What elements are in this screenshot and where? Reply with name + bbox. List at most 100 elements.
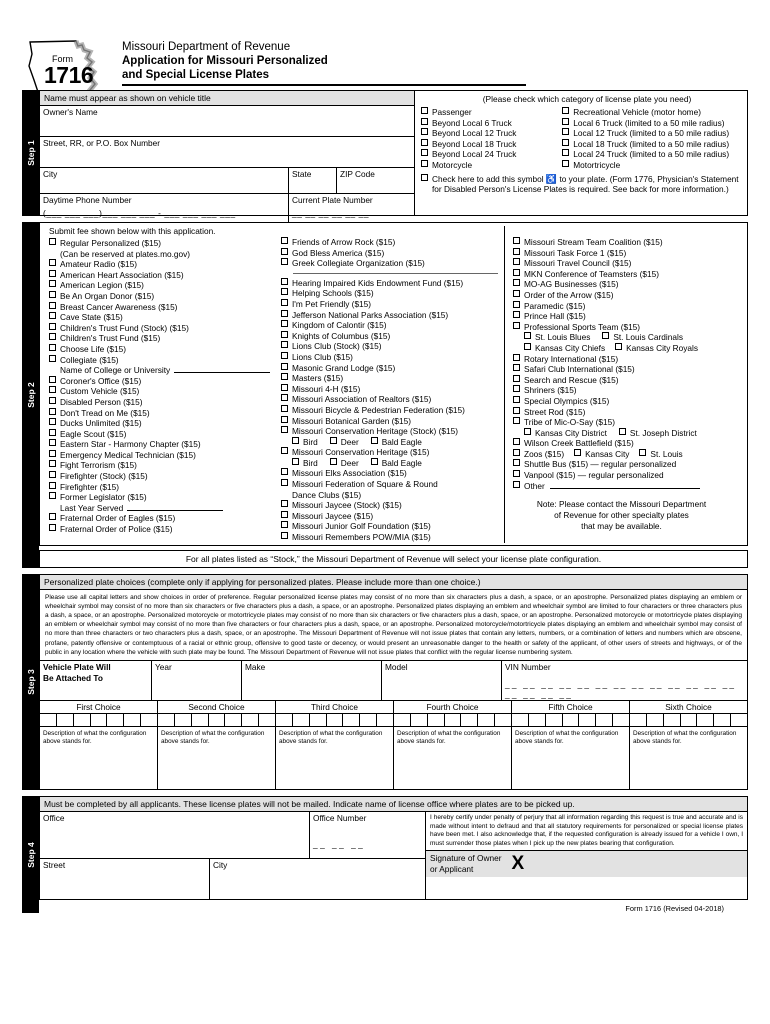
checkbox-icon[interactable]	[281, 404, 288, 412]
checkbox-icon[interactable]	[513, 353, 520, 361]
office-street-field[interactable]: Street	[40, 859, 210, 900]
character-cell[interactable]	[74, 714, 91, 727]
plate-option-mo-ag-businesses[interactable]: MO-AG Businesses ($15)	[513, 279, 730, 290]
checkbox-icon[interactable]	[421, 173, 428, 181]
checkbox-icon[interactable]	[370, 457, 378, 465]
plate-option-children-s-trust-fund-stock[interactable]: Children's Trust Fund (Stock) ($15)	[49, 322, 273, 334]
checkbox-icon[interactable]	[49, 343, 56, 351]
checkbox-icon[interactable]	[513, 438, 520, 446]
checkbox-icon[interactable]	[281, 330, 288, 338]
checkbox-icon[interactable]	[281, 394, 288, 402]
write-in-line[interactable]	[174, 365, 271, 374]
plate-suboption-bald-eagle[interactable]: Bald Eagle	[370, 436, 422, 448]
checkbox-icon[interactable]	[49, 375, 56, 383]
plate-suboption-kansas-city-chiefs[interactable]: Kansas City Chiefs	[524, 342, 605, 354]
plate-option-missouri-botanical-garden[interactable]: Missouri Botanical Garden ($15)	[281, 415, 500, 427]
plate-option-lions-club[interactable]: Lions Club ($15)	[281, 351, 500, 363]
checkbox-icon[interactable]	[513, 311, 520, 319]
checkbox-icon[interactable]	[513, 247, 520, 255]
year-field[interactable]: Year	[152, 661, 242, 701]
checkbox-icon[interactable]	[524, 332, 531, 340]
plate-option-children-s-trust-fund[interactable]: Children's Trust Fund ($15)	[49, 333, 273, 344]
checkbox-icon[interactable]	[513, 470, 520, 478]
plate-suboption-kansas-city-royals[interactable]: Kansas City Royals	[615, 342, 698, 354]
plate-option-missouri-junior-golf-foundation[interactable]: Missouri Junior Golf Foundation ($15)	[281, 521, 500, 532]
checkbox-icon[interactable]	[281, 521, 288, 529]
office-city-field[interactable]: City	[210, 859, 425, 899]
choice-description[interactable]: Description of what the configuration ab…	[394, 727, 511, 789]
plate-option-zoos[interactable]: Zoos ($15) Kansas City St. Louis	[513, 448, 730, 460]
plate-option-order-of-the-arrow[interactable]: Order of the Arrow ($15)	[513, 289, 730, 301]
character-cell[interactable]	[175, 714, 192, 727]
checkbox-icon[interactable]	[602, 332, 610, 340]
plate-option-masonic-grand-lodge[interactable]: Masonic Grand Lodge ($15)	[281, 362, 500, 374]
plate-option-former-legislator[interactable]: Former Legislator ($15)	[49, 492, 273, 503]
checkbox-icon[interactable]	[49, 460, 56, 468]
plate-option-rotary-international[interactable]: Rotary International ($15)	[513, 353, 730, 365]
city-field[interactable]: City	[40, 167, 288, 193]
model-field[interactable]: Model	[382, 661, 502, 701]
plate-option-masters[interactable]: Masters ($15)	[281, 373, 500, 384]
phone-field[interactable]: Daytime Phone Number (___ ___ ___)___ __…	[40, 193, 288, 223]
plate-option-fraternal-order-of-eagles[interactable]: Fraternal Order of Eagles ($15)	[49, 513, 273, 524]
checkbox-icon[interactable]	[618, 427, 626, 435]
checkbox-icon[interactable]	[281, 288, 288, 296]
plate-option-disabled-person[interactable]: Disabled Person ($15)	[49, 396, 273, 408]
plate-option-ducks-unlimited[interactable]: Ducks Unlimited ($15)	[49, 418, 273, 429]
checkbox-icon[interactable]	[281, 258, 288, 266]
checkbox-icon[interactable]	[49, 439, 56, 447]
checkbox-icon[interactable]	[49, 428, 56, 436]
choice-description[interactable]: Description of what the configuration ab…	[512, 727, 629, 789]
character-cell[interactable]	[731, 714, 747, 726]
character-cell[interactable]	[259, 714, 275, 726]
plate-option-friends-of-arrow-rock[interactable]: Friends of Arrow Rock ($15)	[281, 237, 500, 248]
office-field[interactable]: Office	[40, 812, 310, 859]
checkbox-icon[interactable]	[281, 237, 288, 244]
category-motorcycle[interactable]: Motorcycle	[421, 159, 562, 171]
plate-option-breast-cancer-awareness[interactable]: Breast Cancer Awareness ($15)	[49, 301, 273, 313]
plate-option-don-t-tread-on-me[interactable]: Don't Tread on Me ($15)	[49, 407, 273, 419]
checkbox-icon[interactable]	[615, 342, 623, 350]
checkbox-icon[interactable]	[281, 510, 288, 518]
plate-option-search-and-rescue[interactable]: Search and Rescue ($15)	[513, 374, 730, 386]
checkbox-icon[interactable]	[329, 457, 337, 465]
plate-option-wilson-creek-battlefield[interactable]: Wilson Creek Battlefield ($15)	[513, 438, 730, 449]
plate-suboption-deer[interactable]: Deer	[329, 436, 359, 448]
character-cell[interactable]	[478, 714, 496, 727]
plate-option-greek-collegiate-organization[interactable]: Greek Collegiate Organization ($15)	[281, 258, 500, 269]
character-cell[interactable]	[428, 714, 445, 727]
plate-option-missouri-travel-council[interactable]: Missouri Travel Council ($15)	[513, 258, 730, 269]
character-cell[interactable]	[394, 714, 411, 727]
plate-option-prince-hall[interactable]: Prince Hall ($15)	[513, 311, 730, 322]
plate-option-missouri-association-of-realtors[interactable]: Missouri Association of Realtors ($15)	[281, 394, 500, 405]
checkbox-icon[interactable]	[281, 247, 288, 255]
choice-description[interactable]: Description of what the configuration ab…	[158, 727, 275, 789]
character-cell[interactable]	[310, 714, 327, 727]
checkbox-icon[interactable]	[49, 386, 56, 394]
checkbox-icon[interactable]	[49, 407, 56, 415]
plate-option-special-olympics[interactable]: Special Olympics ($15)	[513, 395, 730, 407]
checkbox-icon[interactable]	[49, 524, 56, 532]
disabled-symbol-option[interactable]: Check here to add this symbol ♿ to your …	[421, 173, 743, 195]
checkbox-icon[interactable]	[49, 301, 56, 309]
plate-option-other[interactable]: Other	[513, 480, 730, 492]
choice-description[interactable]: Description of what the configuration ab…	[40, 727, 157, 789]
character-cell[interactable]	[579, 714, 597, 727]
checkbox-icon[interactable]	[49, 449, 56, 457]
character-cell[interactable]	[91, 714, 108, 727]
zip-field[interactable]: ZIP Code	[336, 167, 414, 193]
checkbox-icon[interactable]	[281, 500, 288, 508]
signature-field[interactable]: Signature of Owner or Applicant X	[426, 850, 747, 877]
choice-description[interactable]: Description of what the configuration ab…	[630, 727, 747, 789]
plate-option-firefighter-stock[interactable]: Firefighter (Stock) ($15)	[49, 471, 273, 482]
category-passenger[interactable]: Passenger	[421, 107, 562, 118]
plate-option-missouri-jaycee[interactable]: Missouri Jaycee ($15)	[281, 510, 500, 522]
plate-option-missouri-bicycle-pedestrian-federation[interactable]: Missouri Bicycle & Pedestrian Federation…	[281, 404, 500, 416]
character-cell[interactable]	[697, 714, 715, 727]
character-cell[interactable]	[664, 714, 681, 727]
character-cell[interactable]	[141, 714, 157, 726]
state-field[interactable]: State	[288, 167, 336, 193]
checkbox-icon[interactable]	[513, 406, 520, 414]
plate-option-amateur-radio[interactable]: Amateur Radio ($15)	[49, 259, 273, 270]
checkbox-icon[interactable]	[281, 309, 288, 317]
